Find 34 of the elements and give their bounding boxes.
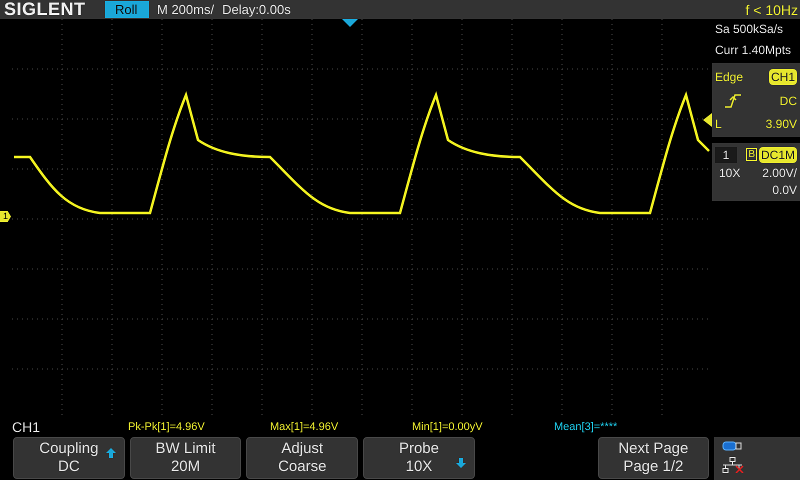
measurement-readout: Pk-Pk[1]=4.96V: [128, 421, 206, 433]
memory-depth: Curr 1.40Mpts: [714, 42, 792, 59]
channel-marker: 1: [0, 211, 11, 222]
channel-label: CH1: [12, 419, 42, 435]
down-arrow-icon: [456, 458, 466, 468]
level-label: L: [715, 116, 722, 131]
vertical-offset: 0.0V: [772, 183, 797, 198]
network-disconnected-icon: [722, 457, 744, 473]
softkey-button[interactable]: Probe 10X: [363, 437, 475, 479]
softkey-button[interactable]: BW Limit 20M: [130, 437, 242, 479]
probe-ratio: 10X: [718, 166, 740, 180]
brand-logo: SIGLENT: [4, 0, 87, 19]
usb-icon: [722, 441, 742, 451]
softkey-button[interactable]: Next Page Page 1/2: [598, 437, 710, 479]
bandwidth-flag: B: [746, 148, 757, 162]
trigger-coupling: DC: [780, 94, 797, 108]
frequency-readout: f < 10Hz: [745, 2, 799, 18]
measurement-readout: Max[1]=4.96V: [270, 421, 340, 433]
measurement-readout: Mean[3]=****: [554, 421, 618, 433]
channel-number: 1: [715, 146, 737, 163]
timebase-label: M 200ms/: [157, 2, 214, 17]
sample-rate: Sa 500kSa/s: [714, 21, 784, 38]
rising-edge-icon: [725, 94, 741, 108]
trigger-level: 3.90V: [766, 116, 797, 131]
trigger-source: CH1: [768, 69, 797, 86]
channel-coupling: DC1M: [758, 146, 797, 163]
delay-label: Delay:0.00s: [222, 2, 291, 17]
acquisition-mode: Roll: [105, 1, 149, 18]
softkey-button[interactable]: Adjust Coarse: [246, 437, 358, 479]
trigger-type: Edge: [715, 70, 744, 84]
measurement-readout: Min[1]=0.00yV: [412, 421, 484, 433]
vertical-scale: 2.00V/: [762, 166, 797, 180]
softkey-button[interactable]: Coupling DC: [13, 437, 125, 479]
up-arrow-icon: [106, 448, 116, 458]
